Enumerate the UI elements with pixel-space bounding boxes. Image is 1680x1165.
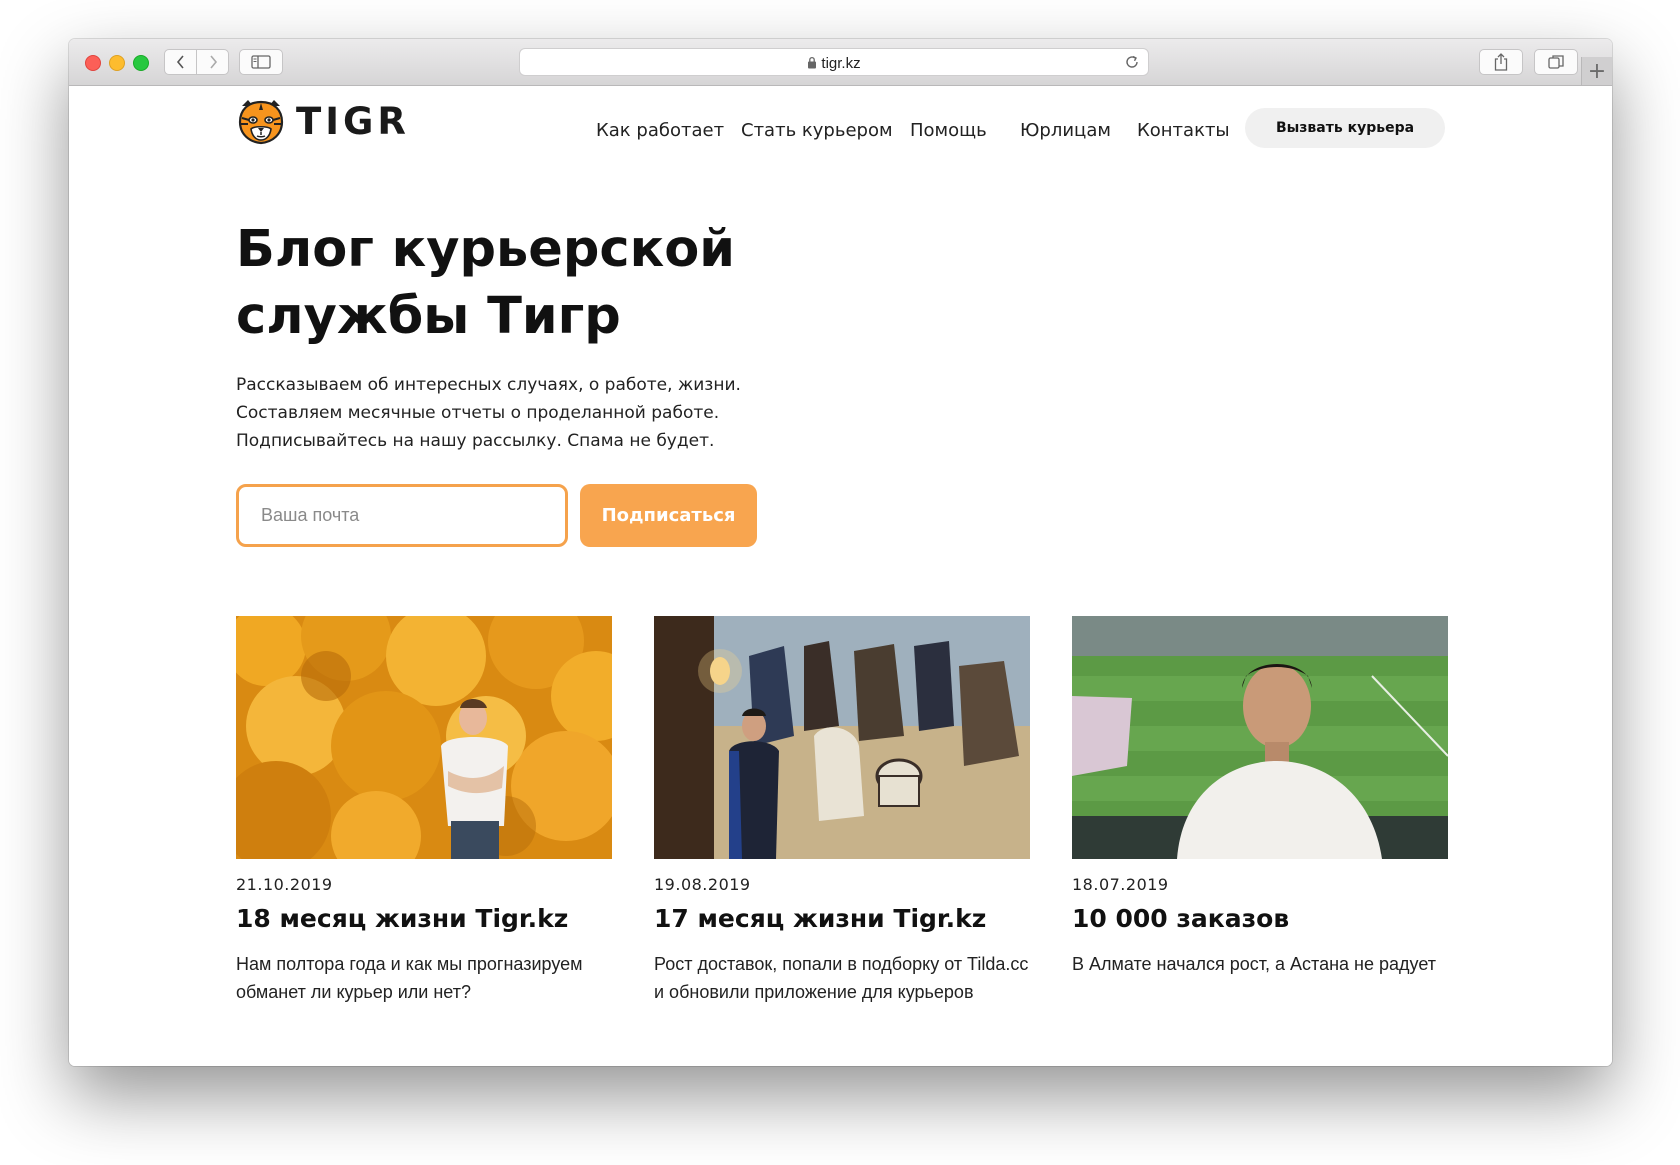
- nav-item-how-it-works[interactable]: Как работает: [596, 120, 724, 141]
- blog-post-card[interactable]: 21.10.2019 18 месяц жизни Tigr.kz Нам по…: [236, 616, 612, 1006]
- page-title: Блог курьерской службы Тигр: [236, 220, 735, 346]
- post-date: 19.08.2019: [654, 875, 751, 894]
- zoom-window-button[interactable]: [133, 55, 149, 71]
- hero-description: Рассказываем об интересных случаях, о ра…: [236, 371, 936, 455]
- blog-post-card[interactable]: 19.08.2019 17 месяц жизни Tigr.kz Рост д…: [654, 616, 1030, 1006]
- post-image[interactable]: [236, 616, 612, 859]
- web-page: TIGR Как работает Стать курьером Помощь …: [69, 86, 1612, 1066]
- sidebar-icon: [251, 55, 271, 69]
- call-courier-button[interactable]: Вызвать курьера: [1245, 108, 1445, 148]
- close-window-button[interactable]: [85, 55, 101, 71]
- post-description: В Алмате начался рост, а Астана не радуе…: [1072, 954, 1436, 974]
- nav-item-become-courier[interactable]: Стать курьером: [741, 120, 893, 141]
- sidebar-toggle-button[interactable]: [239, 49, 283, 75]
- post-title[interactable]: 17 месяц жизни Tigr.kz: [654, 902, 1030, 936]
- post-title[interactable]: 10 000 заказов: [1072, 902, 1448, 936]
- nav-item-legal-entities[interactable]: Юрлицам: [1020, 120, 1111, 141]
- share-icon: [1494, 53, 1508, 71]
- tab-overview-button[interactable]: [1534, 49, 1578, 75]
- chevron-right-icon: [209, 55, 217, 69]
- lock-icon: [808, 56, 817, 69]
- nav-item-help[interactable]: Помощь: [910, 120, 987, 141]
- post-date: 18.07.2019: [1072, 875, 1169, 894]
- reload-icon[interactable]: [1124, 54, 1140, 70]
- hero-line: Составляем месячные отчеты о проделанной…: [236, 403, 720, 423]
- hero-line: Подписывайтесь на нашу рассылку. Спама н…: [236, 431, 715, 451]
- logo-text: TIGR: [296, 99, 410, 143]
- blog-post-card[interactable]: 18.07.2019 10 000 заказов В Алмате начал…: [1072, 616, 1448, 978]
- subscribe-button[interactable]: Подписаться: [580, 484, 757, 547]
- nav-item-contacts[interactable]: Контакты: [1137, 120, 1230, 141]
- chevron-left-icon: [176, 55, 184, 69]
- email-input[interactable]: [236, 484, 568, 547]
- tiger-logo-icon: [238, 100, 284, 145]
- address-bar[interactable]: tigr.kz: [519, 48, 1149, 76]
- post-image[interactable]: [1072, 616, 1448, 859]
- post-description: Нам полтора года и как мы прогназируем о…: [236, 954, 583, 1002]
- hero-line: Рассказываем об интересных случаях, о ра…: [236, 375, 741, 395]
- browser-window: tigr.kz + TIGR Как работает Стать курьер…: [69, 39, 1612, 1066]
- site-logo[interactable]: TIGR: [236, 96, 410, 146]
- forward-button[interactable]: [196, 49, 229, 75]
- browser-toolbar: tigr.kz +: [69, 39, 1612, 86]
- post-date: 21.10.2019: [236, 875, 333, 894]
- url-text: tigr.kz: [821, 55, 861, 72]
- minimize-window-button[interactable]: [109, 55, 125, 71]
- plus-icon: +: [1587, 58, 1607, 84]
- post-image[interactable]: [654, 616, 1030, 859]
- new-tab-button[interactable]: +: [1581, 57, 1612, 85]
- share-button[interactable]: [1479, 49, 1523, 75]
- post-description: Рост доставок, попали в подборку от Tild…: [654, 954, 1029, 1002]
- post-title[interactable]: 18 месяц жизни Tigr.kz: [236, 902, 612, 936]
- tabs-icon: [1548, 55, 1564, 69]
- back-button[interactable]: [164, 49, 197, 75]
